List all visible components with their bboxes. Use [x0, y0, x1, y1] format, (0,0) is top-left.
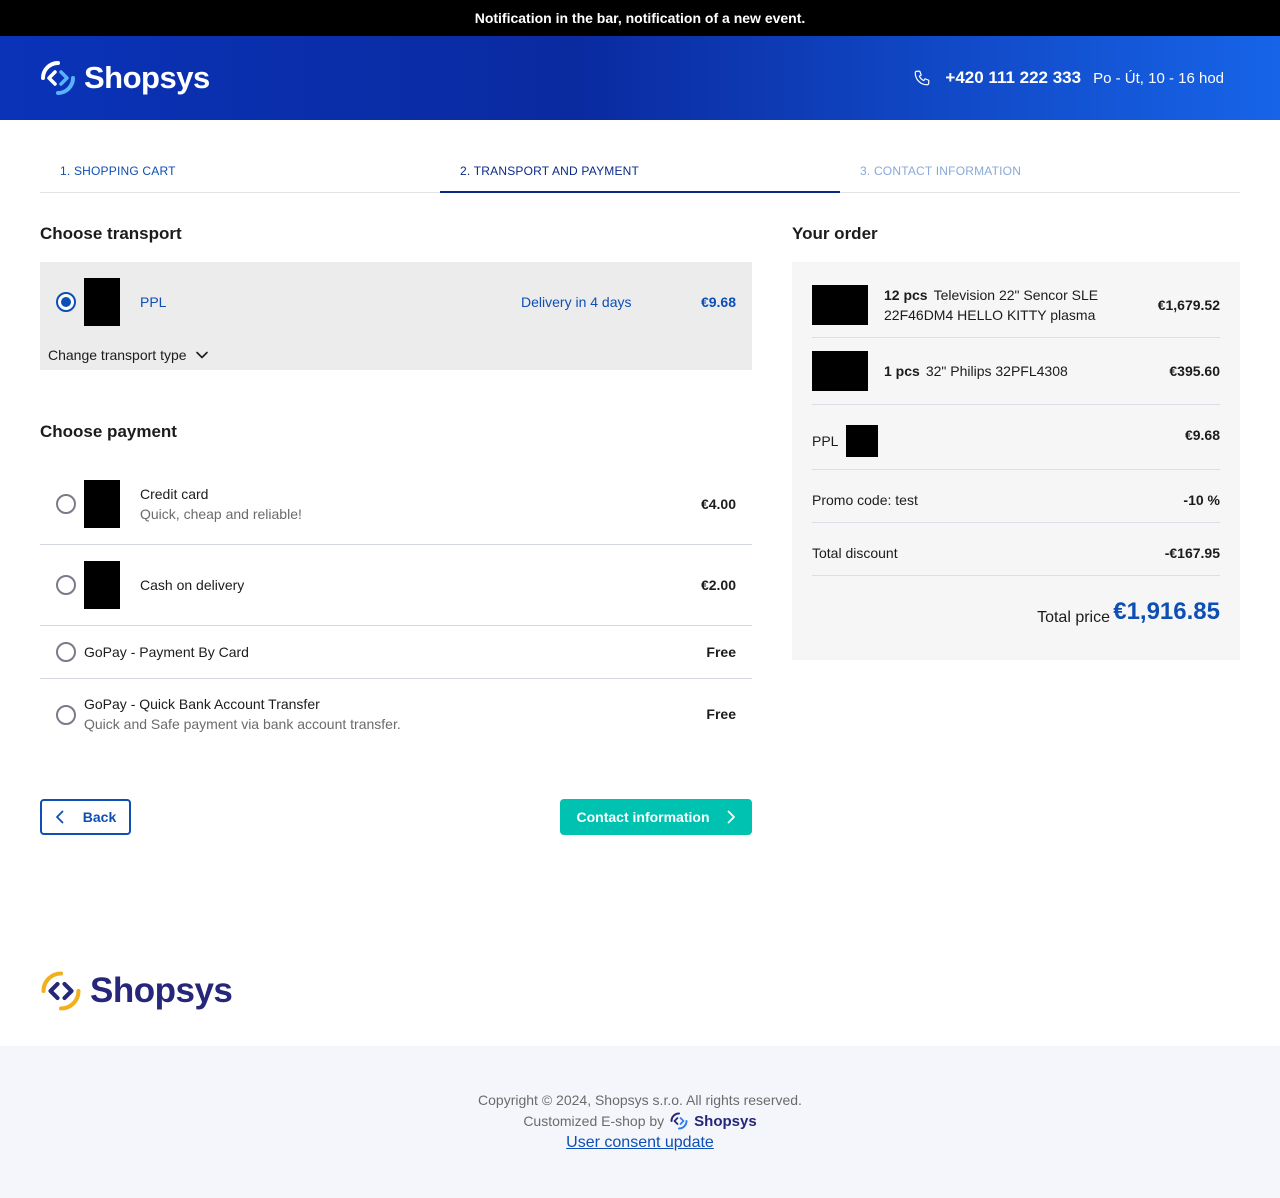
chevron-left-icon — [55, 810, 64, 824]
order-transport: PPL €9.68 — [812, 405, 1220, 470]
discount-value: -€167.95 — [1164, 545, 1220, 561]
payment-name: GoPay - Payment By Card — [84, 644, 249, 660]
payment-name: Credit card — [140, 486, 209, 502]
change-transport-type[interactable]: Change transport type — [48, 347, 209, 363]
order-promo: Promo code: test -10 % — [812, 470, 1220, 523]
order-item-image — [812, 351, 868, 391]
payment-list: Credit card Quick, cheap and reliable! €… — [40, 464, 752, 751]
order-item: 12 pcs Television 22" Sencor SLE 22F46DM4… — [812, 262, 1220, 338]
step-contact-information: 3. CONTACT INFORMATION — [860, 164, 1022, 178]
payment-name: Cash on delivery — [140, 577, 245, 593]
payment-price: €2.00 — [700, 577, 736, 593]
chevron-down-icon — [195, 351, 208, 359]
transport-option-ppl[interactable]: PPL Delivery in 4 days €9.68 Change tran… — [40, 262, 752, 370]
payment-image — [84, 480, 120, 528]
transport-radio-ppl[interactable] — [56, 292, 76, 312]
logo-icon — [41, 61, 75, 95]
order-discount: Total discount -€167.95 — [812, 523, 1220, 576]
order-transport-image — [846, 425, 878, 457]
user-consent-link[interactable]: User consent update — [0, 1134, 1280, 1152]
step-shopping-cart[interactable]: 1. SHOPPING CART — [40, 150, 440, 192]
transport-payment-form: Choose transport PPL Delivery in 4 days … — [40, 224, 752, 835]
payment-image — [84, 561, 120, 609]
footer: Copyright © 2024, Shopsys s.r.o. All rig… — [0, 1046, 1280, 1198]
order-item-name: 12 pcs Television 22" Sencor SLE 22F46DM4… — [884, 285, 1124, 325]
phone-icon — [915, 70, 930, 86]
back-button[interactable]: Back — [40, 799, 131, 835]
payment-radio-credit-card[interactable] — [56, 494, 76, 514]
payment-option-credit-card[interactable]: Credit card Quick, cheap and reliable! €… — [40, 464, 752, 545]
notification-text: Notification in the bar, notification of… — [474, 10, 806, 26]
order-item-price: €395.60 — [1169, 363, 1220, 379]
mini-logo-text: Shopsys — [694, 1112, 757, 1130]
promo-value: -10 % — [1183, 492, 1220, 508]
footer-logo-text: Shopsys — [90, 971, 233, 1010]
payment-price: €4.00 — [700, 496, 736, 512]
transport-title: Choose transport — [40, 224, 182, 243]
contact-info: +420 111 222 333 Po - Út, 10 - 16 hod — [913, 68, 1224, 88]
order-item-price: €1,679.52 — [1157, 297, 1220, 313]
notification-bar: Notification in the bar, notification of… — [0, 0, 1280, 36]
checkout-steps: 1. SHOPPING CART 2. TRANSPORT AND PAYMEN… — [40, 150, 1240, 193]
order-transport-name: PPL — [812, 433, 839, 449]
payment-option-cash-on-delivery[interactable]: Cash on delivery €2.00 — [40, 545, 752, 626]
payment-radio-gopay-card[interactable] — [56, 642, 76, 662]
transport-image — [84, 278, 120, 326]
order-item-qty: 12 pcs — [884, 287, 928, 303]
payment-option-gopay-transfer[interactable]: GoPay - Quick Bank Account Transfer Quic… — [40, 679, 752, 751]
next-label: Contact information — [576, 809, 710, 825]
order-box: 12 pcs Television 22" Sencor SLE 22F46DM4… — [792, 262, 1240, 660]
payment-option-gopay-card[interactable]: GoPay - Payment By Card Free — [40, 626, 752, 679]
customized-by: Customized E-shop by Shopsys — [0, 1112, 1280, 1130]
copyright: Copyright © 2024, Shopsys s.r.o. All rig… — [478, 1092, 802, 1108]
shopsys-logo[interactable]: Shopsys — [40, 60, 210, 96]
transport-name: PPL — [140, 294, 167, 310]
order-summary: Your order 12 pcs Television 22" Sencor S… — [792, 224, 1240, 660]
order-item-line1: 32" Philips 32PFL4308 — [925, 363, 1068, 379]
order-title: Your order — [792, 224, 878, 243]
footer-logo[interactable]: Shopsys — [40, 970, 233, 1012]
payment-price: Free — [706, 706, 736, 722]
back-label: Back — [82, 809, 117, 825]
order-item-line1: Television 22" Sencor SLE — [933, 287, 1099, 303]
change-transport-label: Change transport type — [48, 347, 187, 363]
customized-label: Customized E-shop by — [523, 1113, 665, 1129]
order-item-name: 1 pcs 32" Philips 32PFL4308 — [884, 361, 1068, 381]
payment-description: Quick, cheap and reliable! — [140, 506, 302, 522]
phone-number[interactable]: +420 111 222 333 — [945, 68, 1081, 88]
form-buttons: Back Contact information — [40, 799, 752, 835]
order-item-line2: 22F46DM4 HELLO KITTY plasma — [884, 307, 1096, 323]
payment-price: Free — [706, 644, 736, 660]
transport-price: €9.68 — [700, 294, 736, 310]
logo-icon — [670, 1112, 688, 1130]
step-transport-payment[interactable]: 2. TRANSPORT AND PAYMENT — [440, 150, 840, 193]
logo-icon — [41, 971, 81, 1011]
payment-radio-cash[interactable] — [56, 575, 76, 595]
promo-label: Promo code: test — [812, 492, 918, 508]
order-transport-price: €9.68 — [1184, 427, 1220, 443]
logo-text: Shopsys — [84, 60, 210, 95]
transport-delivery: Delivery in 4 days — [521, 294, 632, 310]
payment-name: GoPay - Quick Bank Account Transfer — [84, 696, 320, 712]
contact-information-button[interactable]: Contact information — [560, 799, 752, 835]
order-item: 1 pcs 32" Philips 32PFL4308 €395.60 — [812, 338, 1220, 405]
total-value: €1,916.85 — [1113, 598, 1220, 625]
chevron-right-icon — [727, 810, 735, 824]
order-item-qty: 1 pcs — [884, 363, 920, 379]
discount-label: Total discount — [812, 545, 898, 561]
payment-description: Quick and Safe payment via bank account … — [84, 716, 401, 732]
opening-hours: Po - Út, 10 - 16 hod — [1093, 69, 1224, 87]
header: Shopsys +420 111 222 333 Po - Út, 10 - 1… — [0, 36, 1280, 120]
payment-radio-gopay-transfer[interactable] — [56, 705, 76, 725]
payment-title: Choose payment — [40, 422, 177, 441]
order-item-image — [812, 285, 868, 325]
total-label: Total price — [1037, 609, 1110, 626]
